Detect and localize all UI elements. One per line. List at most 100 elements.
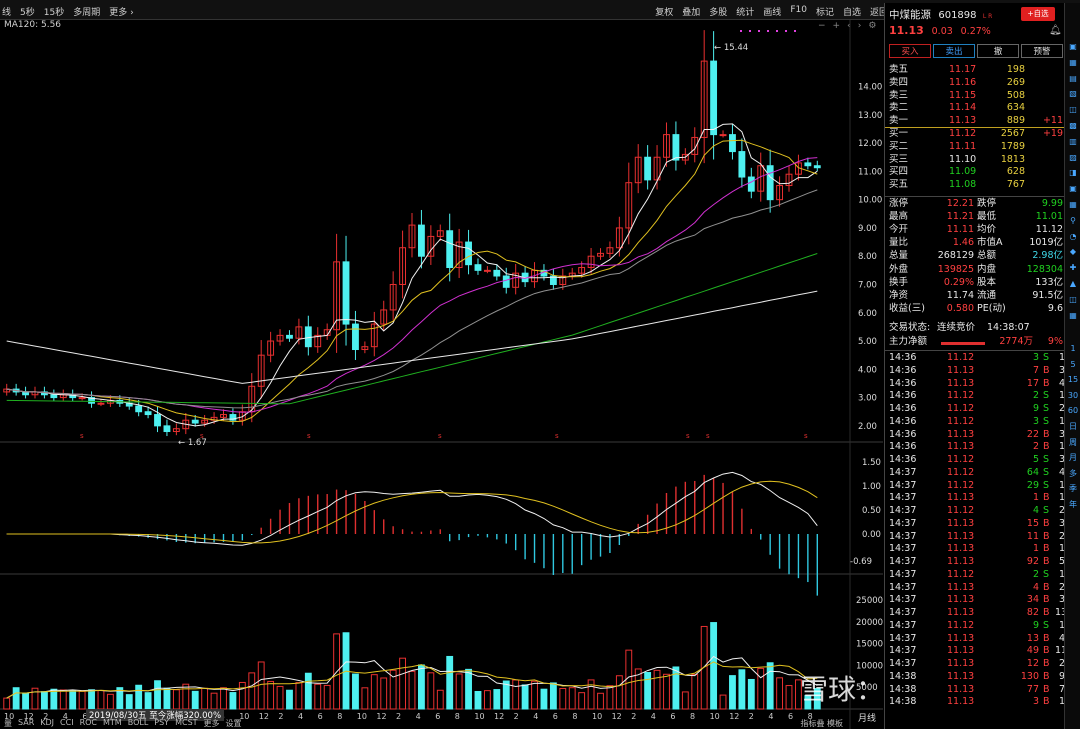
stat-value: 139825 (937, 263, 974, 275)
overlay-button[interactable]: 叠加 (682, 5, 700, 18)
netflow-value: 2774万 (999, 336, 1033, 347)
price-tick-label: 2.00 (858, 422, 877, 432)
search-tool-icon[interactable]: ⚲ (1067, 215, 1079, 227)
adjust-button[interactable]: 复权 (655, 5, 673, 18)
tool-6-icon[interactable]: ▩ (1067, 120, 1079, 132)
stat-label: 总量 (889, 250, 909, 262)
tab-psy[interactable]: PSY (154, 718, 169, 729)
stats-button[interactable]: 统计 (736, 5, 754, 18)
tab-sar[interactable]: SAR (18, 718, 34, 729)
volume-bar (12, 687, 20, 710)
period-side-2[interactable]: 15 (1067, 374, 1079, 386)
main-chart[interactable]: 14.00 13.00 12.00 11.00 10.00 9.00 8.00 7.00 6.0… (0, 20, 883, 729)
mark-button[interactable]: 标记 (816, 5, 834, 18)
volume-bar (512, 679, 520, 710)
current-price: 11.13 0.03 0.27% (889, 24, 991, 37)
f10-button[interactable]: F10 (790, 5, 807, 18)
price-tick-label: 13.00 (858, 111, 882, 121)
tool-5-icon[interactable]: ◫ (1067, 104, 1079, 116)
candle-body (342, 261, 350, 325)
period-side-4[interactable]: 60 (1067, 405, 1079, 417)
tick-volume: 82 (1026, 607, 1039, 618)
tick-volume: 22 (1026, 428, 1039, 440)
tool-3-icon[interactable]: ▤ (1067, 73, 1079, 85)
clock-tool-icon[interactable]: ◔ (1067, 231, 1079, 243)
book-label: 卖二 (889, 102, 909, 114)
period-side-8[interactable]: 多 (1067, 468, 1079, 480)
add-watchlist-button[interactable]: +自选 (1021, 7, 1055, 21)
period-side-9[interactable]: 季 (1067, 483, 1079, 495)
tick-volume: 77 (1026, 683, 1039, 695)
period-side-0[interactable]: 1 (1067, 343, 1079, 355)
tick-side: B (1043, 670, 1050, 682)
triangle-tool-icon[interactable]: ▲ (1067, 278, 1079, 290)
period-month[interactable]: 线 (2, 5, 11, 18)
period-15sec[interactable]: 15秒 (44, 5, 64, 18)
period-side-1[interactable]: 5 (1067, 359, 1079, 371)
diamond-tool-icon[interactable]: ◆ (1067, 246, 1079, 258)
book-label: 买一 (889, 128, 909, 139)
tool-10-icon[interactable]: ▣ (1067, 183, 1079, 195)
tool-17-icon[interactable]: ◫ (1067, 294, 1079, 306)
tab-more[interactable]: 更多 (204, 718, 220, 729)
tick-price: 11.12 (947, 505, 975, 516)
period-5sec[interactable]: 5秒 (20, 5, 35, 18)
tab-roc[interactable]: ROC (80, 718, 97, 729)
volume-bar (606, 685, 614, 710)
cross-tool-icon[interactable]: ✚ (1067, 262, 1079, 274)
period-multi[interactable]: 多周期 (73, 5, 100, 18)
tool-9-icon[interactable]: ◨ (1067, 167, 1079, 179)
volume-bar (361, 687, 369, 710)
tool-7-icon[interactable]: ▥ (1067, 136, 1079, 148)
indicator-template[interactable]: 指标叠 模板 (800, 718, 843, 729)
period-side-5[interactable]: 日 (1067, 421, 1079, 433)
tick-price: 11.12 (947, 619, 975, 631)
period-side-7[interactable]: 月 (1067, 452, 1079, 464)
book-label: 卖三 (889, 89, 909, 101)
cancel-order-button[interactable]: 撤 (977, 44, 1019, 58)
book-volume: 2567 (1000, 128, 1025, 139)
tick-volume: 12 (1026, 658, 1039, 669)
price-tick-label: 14.00 (858, 83, 882, 93)
book-label: 买五 (889, 179, 909, 191)
tab-mtm[interactable]: MTM (103, 718, 122, 729)
bell-icon[interactable]: 🔔︎ (1049, 25, 1062, 36)
period-more[interactable]: 更多 › (109, 5, 133, 18)
draw-line-button[interactable]: 画线 (763, 5, 781, 18)
volume-bar (370, 674, 378, 710)
alert-button[interactable]: 预警 (1021, 44, 1063, 58)
period-side-6[interactable]: 周 (1067, 437, 1079, 449)
s-marker: s (438, 432, 442, 440)
tick-time: 14:37 (889, 619, 917, 631)
tool-8-icon[interactable]: ▨ (1067, 152, 1079, 164)
tab-volume[interactable]: 量 (4, 718, 12, 729)
tool-18-icon[interactable]: ▦ (1067, 310, 1079, 322)
tab-boll[interactable]: BOLL (128, 718, 149, 729)
tick-volume: 64 (1026, 466, 1039, 478)
tick-volume: 2 (1032, 441, 1039, 453)
tab-mcst[interactable]: MCST (175, 718, 197, 729)
stat-label: 均价 (977, 224, 997, 236)
buy-button[interactable]: 买入 (889, 44, 931, 58)
tool-1-icon[interactable]: ▣ (1067, 41, 1079, 53)
watchlist-button[interactable]: 自选 (843, 5, 861, 18)
sell-button[interactable]: 卖出 (933, 44, 975, 58)
multi-stock-button[interactable]: 多股 (709, 5, 727, 18)
period-side-3[interactable]: 30 (1067, 390, 1079, 402)
volume-bar (568, 687, 576, 710)
tab-settings[interactable]: 设置 (226, 718, 242, 729)
volume-bar (144, 692, 152, 710)
tick-volume: 9 (1032, 619, 1039, 631)
tool-11-icon[interactable]: ▦ (1067, 199, 1079, 211)
tab-kdj[interactable]: KDJ (40, 718, 54, 729)
tick-price: 11.13 (947, 364, 975, 376)
period-side-10[interactable]: 年 (1067, 499, 1079, 511)
tick-price: 11.13 (947, 594, 975, 606)
tick-side: B (1043, 696, 1050, 708)
tool-4-icon[interactable]: ▧ (1067, 88, 1079, 100)
tick-volume: 1 (1032, 543, 1039, 555)
price-tick-label: 12.00 (858, 139, 882, 149)
tab-cci[interactable]: CCI (60, 718, 74, 729)
tool-2-icon[interactable]: ▦ (1067, 57, 1079, 69)
book-change: +11 (1042, 115, 1063, 127)
